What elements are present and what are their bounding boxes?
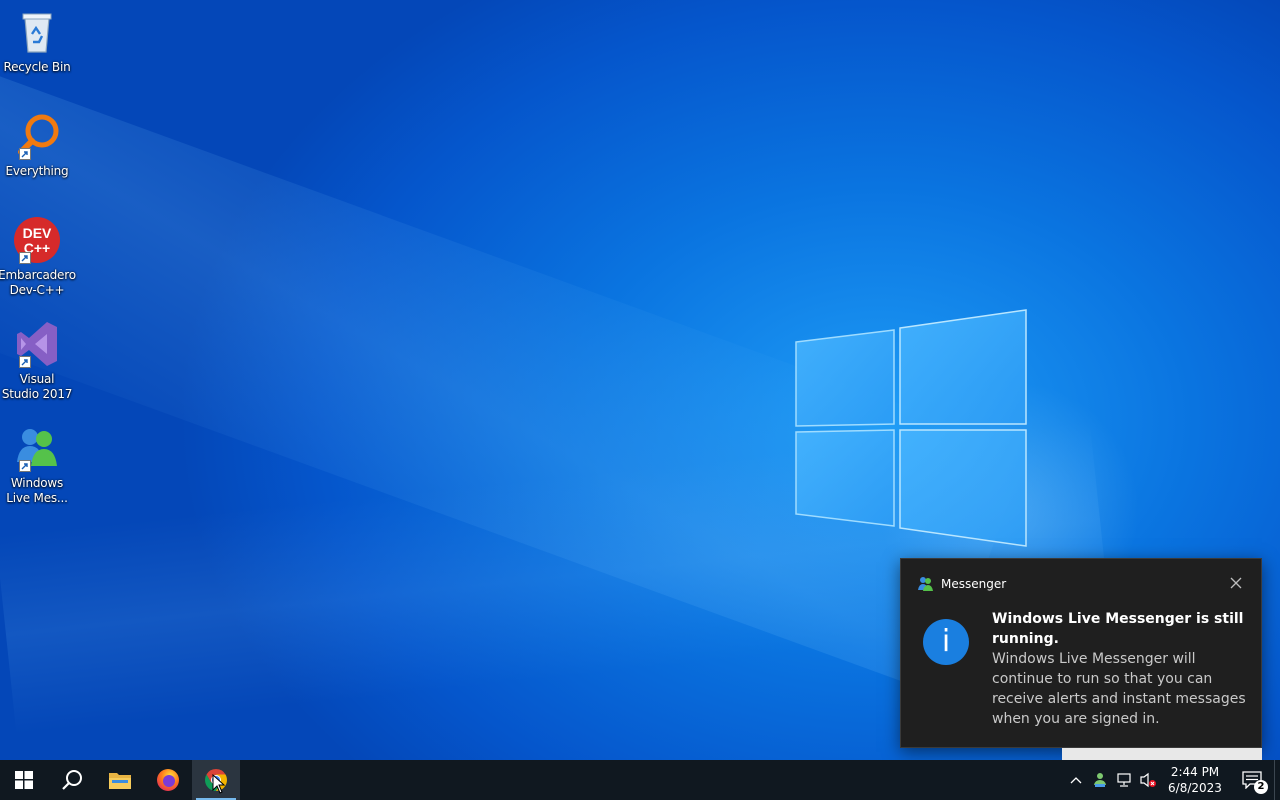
messenger-tray-icon [1094,773,1106,787]
desktop-icon-label: Windows Live Mes... [6,476,68,505]
messenger-notification-toast[interactable]: Messenger i Windows Live Messenger is st… [900,558,1262,748]
network-button[interactable] [1112,760,1136,800]
folder-icon [109,773,131,789]
search-button[interactable] [48,760,96,800]
show-hidden-icons-button[interactable] [1064,760,1088,800]
clock-date: 6/8/2023 [1168,781,1222,795]
desktop-icon-label: Everything [5,164,69,178]
taskbar-clock[interactable]: 2:44 PM 6/8/2023 [1164,764,1226,796]
notification-count-badge: 2 [1254,780,1268,794]
messenger-app-icon [918,577,933,591]
messenger-tray-button[interactable] [1088,760,1112,800]
firefox-button[interactable] [144,760,192,800]
info-glyph: i [941,624,951,659]
svg-text:DEV: DEV [23,225,52,241]
close-icon[interactable] [1229,576,1243,590]
shortcut-arrow-icon [19,252,31,264]
firefox-icon [157,769,179,791]
toast-header: Messenger [917,576,1006,592]
toast-footer-bar [1062,748,1262,760]
windows-live-messenger-icon [13,424,61,472]
visual-studio-icon [13,320,61,368]
toast-app-name: Messenger [941,577,1007,591]
windows-start-icon [15,771,33,789]
desktop-icon-devcpp[interactable]: DEV C++ Embarcadero Dev-C++ [0,216,76,298]
desktop-icon-label: Recycle Bin [3,60,71,74]
network-icon [1117,773,1131,787]
desktop-icon-everything[interactable]: Everything [0,112,74,179]
desktop-icon-recycle-bin[interactable]: Recycle Bin [0,8,74,75]
volume-muted-icon [1140,772,1156,788]
volume-button[interactable] [1136,760,1160,800]
shortcut-arrow-icon [19,356,31,368]
desktop-icon-label: Visual Studio 2017 [1,372,73,401]
everything-search-icon [13,112,61,160]
chevron-up-icon [1070,777,1082,784]
show-desktop-button[interactable] [1274,760,1280,800]
desktop-icon-windows-live-messenger[interactable]: Windows Live Mes... [0,424,74,506]
start-button[interactable] [0,760,48,800]
windows-logo-wallpaper [795,309,1027,547]
search-icon [62,770,82,790]
recycle-bin-icon [13,8,61,56]
toast-title: Windows Live Messenger is still running. [992,611,1244,647]
desktop-icon-label: Embarcadero Dev-C++ [0,268,76,297]
action-center-button[interactable]: 2 [1230,760,1274,800]
shortcut-arrow-icon [19,460,31,472]
file-explorer-button[interactable] [96,760,144,800]
system-tray: 2:44 PM 6/8/2023 2 [1064,760,1280,800]
mouse-cursor-icon [212,774,226,794]
toast-body: Windows Live Messenger will continue to … [992,651,1246,727]
taskbar: 2:44 PM 6/8/2023 2 [0,760,1280,800]
shortcut-arrow-icon [19,148,31,160]
info-icon: i [923,619,969,665]
desktop-icon-visual-studio[interactable]: Visual Studio 2017 [0,320,74,402]
devcpp-icon: DEV C++ [13,216,61,264]
clock-time: 2:44 PM [1170,765,1220,779]
